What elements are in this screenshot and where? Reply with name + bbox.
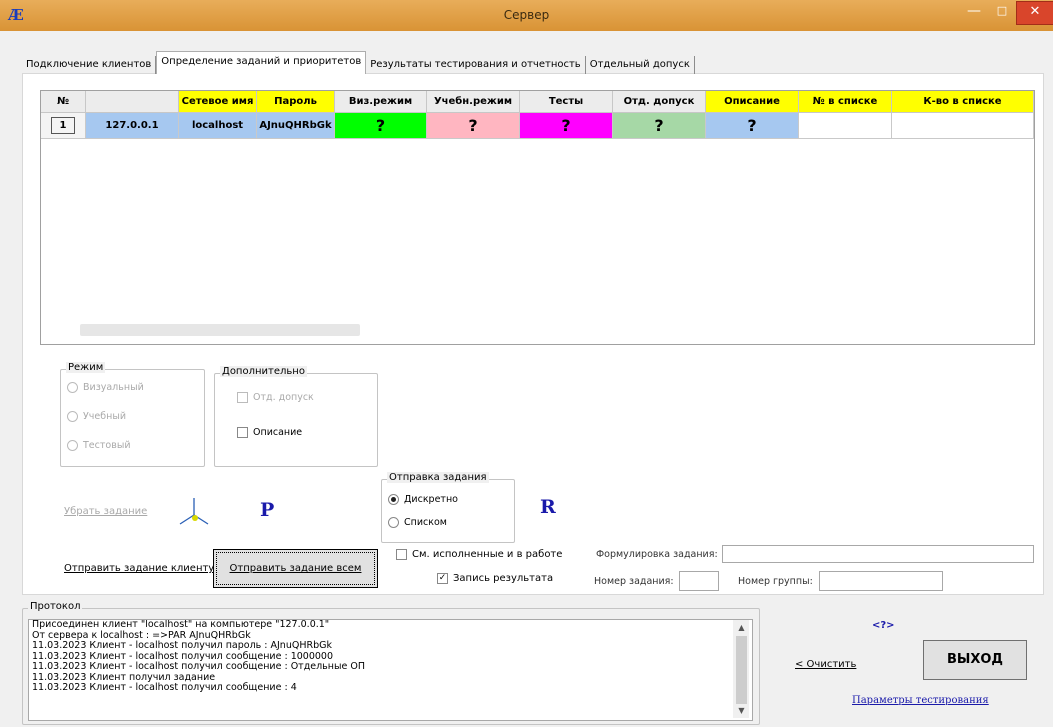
show-done-checkbox[interactable]: См. исполненные и в работе xyxy=(396,549,562,560)
help-link[interactable]: <?> xyxy=(872,620,895,631)
mode-test-radio[interactable]: Тестовый xyxy=(67,440,131,451)
log-line: 11.03.2023 Клиент - localhost получил па… xyxy=(32,640,332,651)
cell-separate-access[interactable]: ? xyxy=(613,113,706,139)
record-result-checkbox[interactable]: ✓ Запись результата xyxy=(437,573,553,584)
mode-test-label: Тестовый xyxy=(83,440,131,451)
tab-task-definition[interactable]: Определение заданий и приоритетов xyxy=(156,51,367,74)
mode-study-label: Учебный xyxy=(83,411,126,422)
scroll-thumb[interactable] xyxy=(736,636,747,704)
scroll-up-icon[interactable]: ▲ xyxy=(736,622,747,634)
send-to-all-button[interactable]: Отправить задание всем xyxy=(213,549,378,588)
cell-count-in-list[interactable] xyxy=(892,113,1034,139)
col-header-tests[interactable]: Тесты xyxy=(520,91,613,113)
col-header-ip[interactable] xyxy=(86,91,179,113)
cell-network-name[interactable]: localhost xyxy=(179,113,257,139)
mode-visual-radio[interactable]: Визуальный xyxy=(67,382,144,393)
tab-strip: Подключение клиентов Определение заданий… xyxy=(22,51,695,74)
letter-r-icon[interactable]: R xyxy=(540,496,556,518)
tab-separate-access[interactable]: Отдельный допуск xyxy=(586,56,695,74)
send-discrete-label: Дискретно xyxy=(404,494,458,505)
col-header-network-name[interactable]: Сетевое имя xyxy=(179,91,257,113)
col-header-password[interactable]: Пароль xyxy=(257,91,335,113)
tripod-icon xyxy=(174,496,214,528)
table-row[interactable]: 1 127.0.0.1 localhost AJnuQHRbGk ? ? ? ?… xyxy=(41,113,1034,139)
close-button[interactable]: ✕ xyxy=(1016,1,1053,25)
mode-group: Режим Визуальный Учебный Тестовый xyxy=(60,362,205,467)
mode-group-legend: Режим xyxy=(66,362,106,373)
send-to-all-label: Отправить задание всем xyxy=(229,563,362,574)
col-header-study-mode[interactable]: Учебн.режим xyxy=(427,91,520,113)
protocol-legend: Протокол xyxy=(28,601,83,612)
extra-group-legend: Дополнительно xyxy=(220,366,307,377)
separate-access-checkbox[interactable]: Отд. допуск xyxy=(237,392,314,403)
protocol-scrollbar[interactable]: ▲ ▼ xyxy=(733,620,749,718)
record-result-label: Запись результата xyxy=(453,573,554,584)
row-num: 1 xyxy=(41,113,86,139)
log-line: Присоединен клиент "localhost" на компью… xyxy=(32,619,330,630)
cell-description[interactable]: ? xyxy=(706,113,799,139)
extra-group: Дополнительно Отд. допуск Описание xyxy=(214,366,378,467)
remove-task-link[interactable]: Убрать задание xyxy=(64,506,147,517)
exit-button[interactable]: ВЫХОД xyxy=(923,640,1027,680)
group-number-label: Номер группы: xyxy=(738,576,813,587)
col-header-num-in-list[interactable]: № в списке xyxy=(799,91,892,113)
send-discrete-radio[interactable]: Дискретно xyxy=(388,494,458,505)
send-group-legend: Отправка задания xyxy=(387,472,489,483)
task-number-label: Номер задания: xyxy=(594,576,674,587)
maximize-button[interactable]: □ xyxy=(988,1,1016,23)
row-num-value: 1 xyxy=(50,117,76,134)
cell-ip[interactable]: 127.0.0.1 xyxy=(86,113,179,139)
cell-tests[interactable]: ? xyxy=(520,113,613,139)
test-params-link[interactable]: Параметры тестирования xyxy=(852,695,989,706)
show-done-label: См. исполненные и в работе xyxy=(412,549,563,560)
cell-password[interactable]: AJnuQHRbGk xyxy=(257,113,335,139)
mode-study-radio[interactable]: Учебный xyxy=(67,411,126,422)
clear-link[interactable]: < Очистить xyxy=(795,659,856,670)
tab-test-results[interactable]: Результаты тестирования и отчетность xyxy=(366,56,586,74)
window-title: Сервер xyxy=(503,8,550,22)
col-header-viz-mode[interactable]: Виз.режим xyxy=(335,91,427,113)
description-label: Описание xyxy=(253,427,303,438)
col-header-description[interactable]: Описание xyxy=(706,91,799,113)
tab-client-connection[interactable]: Подключение клиентов xyxy=(22,56,157,74)
task-formulation-label: Формулировка задания: xyxy=(596,549,718,560)
task-number-input[interactable] xyxy=(679,571,719,591)
cell-viz-mode[interactable]: ? xyxy=(335,113,427,139)
send-to-client-link[interactable]: Отправить задание клиенту xyxy=(64,563,214,574)
minimize-button[interactable]: — xyxy=(960,1,988,23)
log-line: 11.03.2023 Клиент - localhost получил со… xyxy=(32,661,365,672)
col-header-separate-access[interactable]: Отд. допуск xyxy=(613,91,706,113)
group-number-input[interactable] xyxy=(819,571,943,591)
separate-access-label: Отд. допуск xyxy=(253,392,314,403)
send-list-label: Списком xyxy=(404,517,447,528)
col-header-num[interactable]: № xyxy=(41,91,86,113)
send-group: Отправка задания Дискретно Списком xyxy=(381,472,515,543)
horizontal-scrollbar[interactable] xyxy=(80,324,360,336)
send-list-radio[interactable]: Списком xyxy=(388,517,447,528)
clients-grid[interactable]: № Сетевое имя Пароль Виз.режим Учебн.реж… xyxy=(40,90,1035,345)
cell-num-in-list[interactable] xyxy=(799,113,892,139)
mode-visual-label: Визуальный xyxy=(83,382,144,393)
col-header-count-in-list[interactable]: К-во в списке xyxy=(892,91,1034,113)
cell-study-mode[interactable]: ? xyxy=(427,113,520,139)
description-checkbox[interactable]: Описание xyxy=(237,427,302,438)
task-formulation-input[interactable] xyxy=(722,545,1034,563)
protocol-log[interactable]: Присоединен клиент "localhost" на компью… xyxy=(28,619,753,721)
log-line: 11.03.2023 Клиент - localhost получил со… xyxy=(32,682,297,693)
letter-p-icon[interactable]: P xyxy=(260,499,274,521)
grid-header-row: № Сетевое имя Пароль Виз.режим Учебн.реж… xyxy=(41,91,1034,115)
scroll-down-icon[interactable]: ▼ xyxy=(736,705,747,717)
